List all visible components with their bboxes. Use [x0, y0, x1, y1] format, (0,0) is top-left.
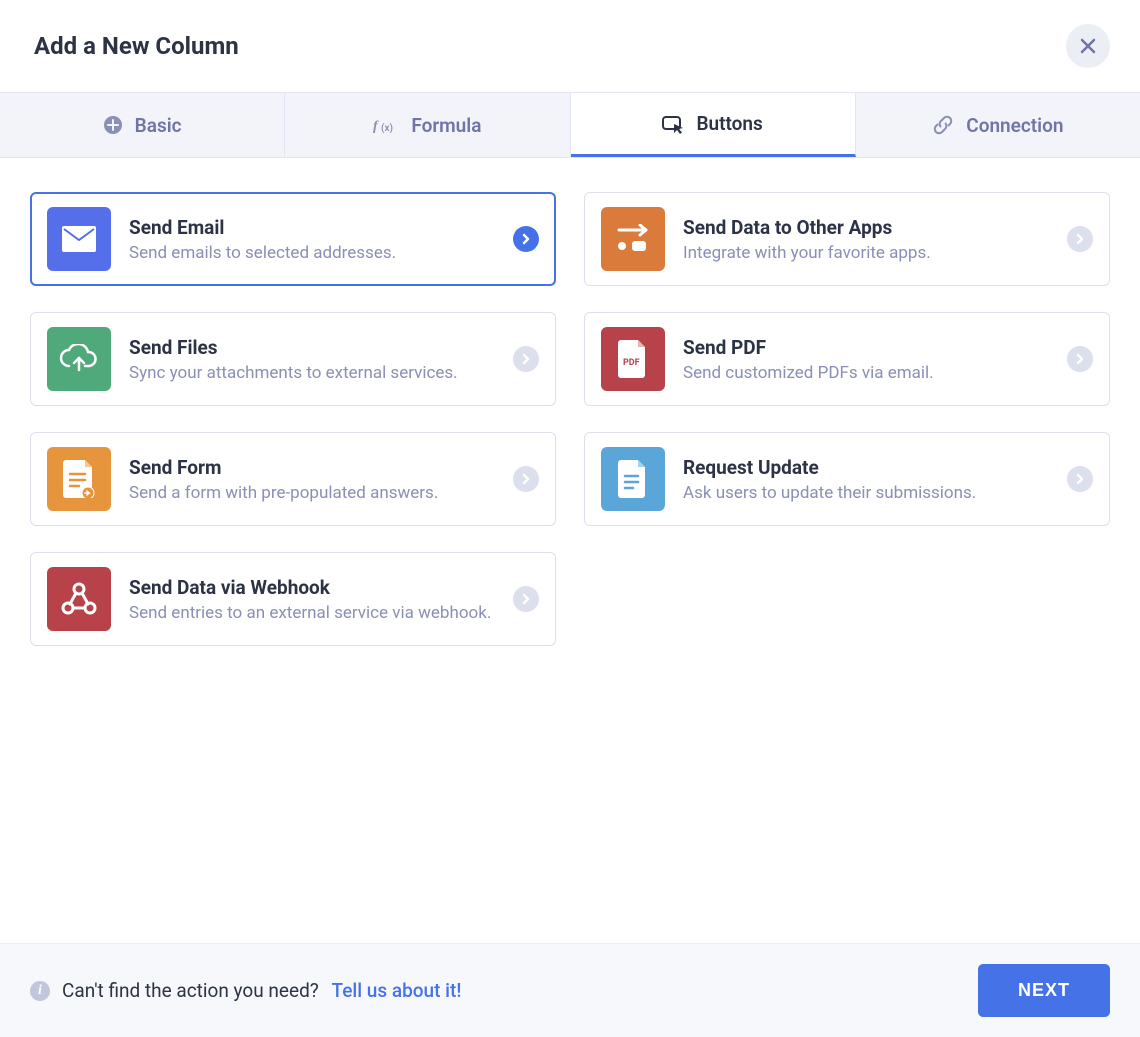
card-title: Send Data via Webhook: [129, 576, 495, 599]
tab-label: Buttons: [696, 112, 762, 135]
chevron-right-icon: [513, 346, 539, 372]
card-send-files[interactable]: Send Files Sync your attachments to exte…: [30, 312, 556, 406]
card-desc: Send emails to selected addresses.: [129, 243, 495, 263]
card-desc: Send customized PDFs via email.: [683, 363, 1049, 383]
chevron-right-icon: [1067, 226, 1093, 252]
tab-buttons[interactable]: Buttons: [571, 93, 856, 157]
card-send-webhook[interactable]: Send Data via Webhook Send entries to an…: [30, 552, 556, 646]
card-text: Send PDF Send customized PDFs via email.: [683, 336, 1049, 383]
card-title: Send PDF: [683, 336, 1049, 359]
footer-prompt: i Can't find the action you need? Tell u…: [30, 979, 461, 1002]
tab-bar: Basic f(x) Formula Buttons Connection: [0, 92, 1140, 158]
card-request-update[interactable]: Request Update Ask users to update their…: [584, 432, 1110, 526]
card-text: Send Files Sync your attachments to exte…: [129, 336, 495, 383]
modal-footer: i Can't find the action you need? Tell u…: [0, 943, 1140, 1037]
document-icon: [601, 447, 665, 511]
close-icon: [1079, 37, 1097, 55]
integrate-icon: [601, 207, 665, 271]
card-send-data-apps[interactable]: Send Data to Other Apps Integrate with y…: [584, 192, 1110, 286]
chevron-right-icon: [1067, 346, 1093, 372]
webhook-icon: [47, 567, 111, 631]
chevron-right-icon: [513, 226, 539, 252]
link-icon: [932, 114, 954, 136]
form-icon: [47, 447, 111, 511]
card-send-pdf[interactable]: PDF Send PDF Send customized PDFs via em…: [584, 312, 1110, 406]
svg-text:(x): (x): [381, 122, 393, 134]
tab-label: Formula: [411, 114, 481, 137]
close-button[interactable]: [1066, 24, 1110, 68]
card-title: Send Files: [129, 336, 495, 359]
footer-text: Can't find the action you need?: [62, 979, 319, 1002]
pdf-icon: PDF: [601, 327, 665, 391]
card-text: Send Data via Webhook Send entries to an…: [129, 576, 495, 623]
modal-title: Add a New Column: [34, 32, 239, 60]
card-text: Send Form Send a form with pre-populated…: [129, 456, 495, 503]
card-text: Send Data to Other Apps Integrate with y…: [683, 216, 1049, 263]
button-click-icon: [662, 114, 684, 134]
envelope-icon: [47, 207, 111, 271]
tab-formula[interactable]: f(x) Formula: [285, 93, 570, 157]
info-icon: i: [30, 981, 50, 1001]
tab-basic[interactable]: Basic: [0, 93, 285, 157]
formula-icon: f(x): [373, 116, 399, 134]
chevron-right-icon: [513, 586, 539, 612]
card-text: Send Email Send emails to selected addre…: [129, 216, 495, 263]
tab-label: Basic: [135, 114, 182, 137]
card-title: Send Email: [129, 216, 495, 239]
card-title: Send Data to Other Apps: [683, 216, 1049, 239]
tab-label: Connection: [966, 114, 1063, 137]
card-desc: Integrate with your favorite apps.: [683, 243, 1049, 263]
chevron-right-icon: [1067, 466, 1093, 492]
next-button[interactable]: NEXT: [978, 964, 1110, 1017]
card-desc: Send a form with pre-populated answers.: [129, 483, 495, 503]
tab-connection[interactable]: Connection: [856, 93, 1140, 157]
card-send-form[interactable]: Send Form Send a form with pre-populated…: [30, 432, 556, 526]
chevron-right-icon: [513, 466, 539, 492]
card-desc: Sync your attachments to external servic…: [129, 363, 495, 383]
card-grid: Send Email Send emails to selected addre…: [0, 158, 1140, 943]
cloud-upload-icon: [47, 327, 111, 391]
svg-text:PDF: PDF: [623, 358, 640, 368]
card-send-email[interactable]: Send Email Send emails to selected addre…: [30, 192, 556, 286]
card-desc: Send entries to an external service via …: [129, 603, 495, 623]
modal-header: Add a New Column: [0, 0, 1140, 92]
footer-link[interactable]: Tell us about it!: [332, 979, 462, 1002]
card-text: Request Update Ask users to update their…: [683, 456, 1049, 503]
card-title: Send Form: [129, 456, 495, 479]
card-desc: Ask users to update their submissions.: [683, 483, 1049, 503]
card-title: Request Update: [683, 456, 1049, 479]
plus-circle-icon: [103, 115, 123, 135]
svg-text:f: f: [373, 119, 379, 134]
